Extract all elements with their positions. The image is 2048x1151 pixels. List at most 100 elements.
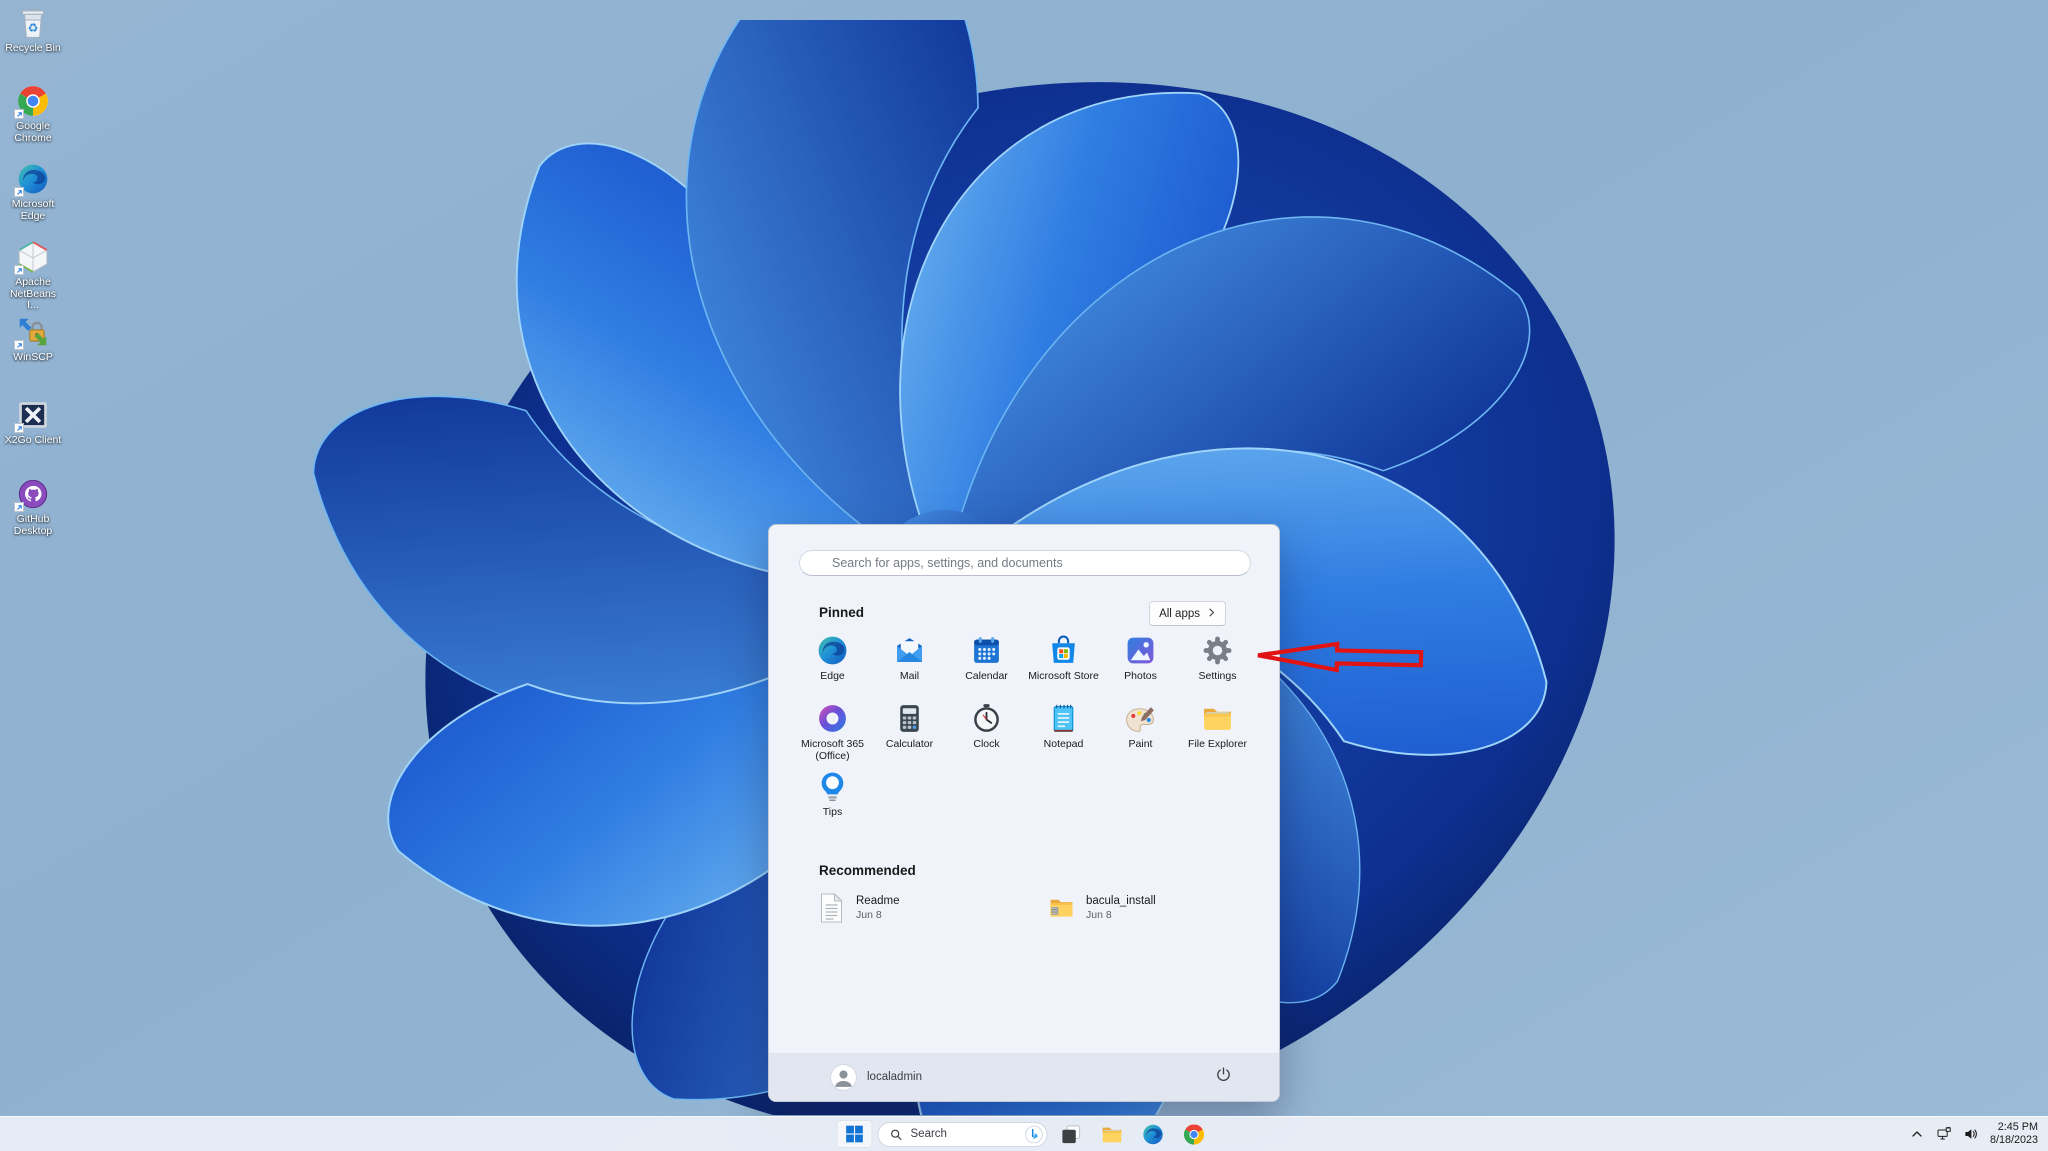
- winscp-icon: [14, 315, 50, 350]
- start-search-input[interactable]: [799, 550, 1251, 576]
- pinned-app-explorer[interactable]: File Explorer: [1179, 699, 1256, 767]
- shortcut-arrow-icon: [14, 187, 24, 197]
- pinned-app-edge[interactable]: Edge: [794, 631, 871, 699]
- pinned-app-settings[interactable]: Settings: [1179, 631, 1256, 699]
- pinned-app-label: File Explorer: [1188, 738, 1247, 750]
- pinned-app-label: Microsoft Store: [1028, 670, 1099, 682]
- document-icon: [819, 893, 844, 923]
- desktop-icon-label: Apache NetBeans I...: [9, 276, 57, 311]
- store-icon: [1047, 634, 1080, 667]
- desktop-icon-github[interactable]: GitHub Desktop: [4, 477, 62, 537]
- pinned-app-label: Photos: [1124, 670, 1157, 682]
- pinned-app-label: Clock: [973, 738, 1000, 750]
- desktop-icon-edge[interactable]: Microsoft Edge: [4, 162, 62, 222]
- desktop-icon-label: Recycle Bin: [5, 42, 61, 54]
- recommended-item-date: Jun 8: [1086, 909, 1112, 921]
- all-apps-button[interactable]: All apps: [1149, 601, 1226, 626]
- tips-icon: [816, 770, 849, 803]
- start-button[interactable]: [836, 1120, 873, 1148]
- pinned-app-tips[interactable]: Tips: [794, 767, 871, 835]
- task-view-icon: [1059, 1123, 1082, 1146]
- taskbar-center-group: Search: [836, 1117, 1212, 1151]
- user-name: localadmin: [867, 1071, 922, 1083]
- recycle-bin-icon: ♻: [16, 6, 50, 40]
- tray-button-volume[interactable]: [1958, 1120, 1985, 1148]
- edge-icon: [14, 162, 50, 197]
- shortcut-arrow-icon: [14, 109, 24, 119]
- settings-icon: [1201, 634, 1234, 667]
- chevron-right-icon: [1207, 608, 1216, 620]
- desktop-icon-label: Google Chrome: [14, 120, 52, 144]
- explorer-icon: [1201, 702, 1234, 735]
- recommended-item-text: Readme Jun 8: [856, 895, 899, 921]
- recommended-item-title: bacula_install: [1086, 895, 1156, 907]
- calendar-icon: [970, 634, 1003, 667]
- m365-icon: [816, 702, 849, 735]
- start-menu: Pinned All apps Edge Mail Calendar Microsof…: [768, 524, 1280, 1102]
- taskbar-button-explorer[interactable]: [1094, 1120, 1130, 1148]
- pinned-app-store[interactable]: Microsoft Store: [1025, 631, 1102, 699]
- shortcut-arrow-icon: [14, 502, 24, 512]
- zip-folder-icon: [1049, 893, 1074, 923]
- desktop-icon-chrome[interactable]: Google Chrome: [4, 84, 62, 144]
- pinned-app-paint[interactable]: Paint: [1102, 699, 1179, 767]
- pinned-app-calendar[interactable]: Calendar: [948, 631, 1025, 699]
- pinned-app-notepad[interactable]: Notepad: [1025, 699, 1102, 767]
- desktop-icon-list: ♻ Recycle Bin Google Chrome Microsoft Edge A…: [4, 2, 64, 562]
- recommended-item-date: Jun 8: [856, 909, 882, 921]
- taskbar-search-box[interactable]: Search: [877, 1121, 1048, 1147]
- recommended-list: Readme Jun 8 bacula_install Jun 8: [805, 885, 1265, 931]
- recommended-item-Readme[interactable]: Readme Jun 8: [805, 885, 1035, 931]
- pinned-app-photos[interactable]: Photos: [1102, 631, 1179, 699]
- power-button[interactable]: [1207, 1061, 1239, 1093]
- desktop-icon-x2go[interactable]: X2Go Client: [4, 398, 62, 447]
- x2go-icon: [14, 398, 50, 433]
- bing-icon: [1025, 1125, 1044, 1144]
- tray-clock[interactable]: 2:45 PM 8/18/2023: [1990, 1121, 2038, 1147]
- user-account-button[interactable]: localadmin: [823, 1061, 930, 1094]
- recommended-header: Recommended: [819, 863, 916, 878]
- taskbar-button-chrome[interactable]: [1176, 1120, 1212, 1148]
- volume-icon: [1963, 1126, 1979, 1142]
- desktop-icon-winscp[interactable]: WinSCP: [4, 315, 62, 364]
- svg-text:♻: ♻: [28, 21, 39, 35]
- desktop-icon-recycle-bin[interactable]: ♻ Recycle Bin: [4, 6, 62, 55]
- taskbar: Search 2:45 PM 8/18/2023: [0, 1116, 2048, 1151]
- pinned-app-clock[interactable]: Clock: [948, 699, 1025, 767]
- desktop-icon-label: GitHub Desktop: [13, 513, 53, 537]
- pinned-app-label: Tips: [822, 806, 843, 818]
- calculator-icon: [893, 702, 926, 735]
- tray-button-chevron-up[interactable]: [1904, 1120, 1931, 1148]
- pinned-app-label: Calculator: [885, 738, 934, 750]
- pinned-header: Pinned: [819, 605, 865, 620]
- edge-icon: [816, 634, 849, 667]
- chevron-up-icon: [1909, 1126, 1925, 1142]
- recommended-item-bacula_install[interactable]: bacula_install Jun 8: [1035, 885, 1265, 931]
- annotation-arrow: [1257, 641, 1424, 673]
- taskbar-button-task-view[interactable]: [1053, 1120, 1089, 1148]
- system-tray: 2:45 PM 8/18/2023: [1904, 1117, 2044, 1151]
- paint-icon: [1124, 702, 1157, 735]
- photos-icon: [1124, 634, 1157, 667]
- netbeans-icon: [14, 240, 50, 275]
- tray-button-network[interactable]: [1931, 1120, 1958, 1148]
- pinned-apps-grid: Edge Mail Calendar Microsoft Store Photos Set…: [794, 631, 1256, 835]
- pinned-app-mail[interactable]: Mail: [871, 631, 948, 699]
- pinned-app-label: Paint: [1128, 738, 1153, 750]
- taskbar-button-edge[interactable]: [1135, 1120, 1171, 1148]
- recommended-item-text: bacula_install Jun 8: [1086, 895, 1156, 921]
- pinned-app-label: Calendar: [965, 670, 1008, 682]
- start-menu-user-bar: localadmin: [769, 1053, 1279, 1101]
- windows-logo-icon: [845, 1124, 865, 1144]
- power-icon: [1215, 1066, 1232, 1088]
- github-icon: [14, 477, 50, 512]
- taskbar-app-buttons: [1053, 1120, 1212, 1148]
- desktop-icon-netbeans[interactable]: Apache NetBeans I...: [4, 240, 62, 312]
- mail-icon: [893, 634, 926, 667]
- desktop-icon-label: WinSCP: [13, 351, 53, 363]
- recommended-item-title: Readme: [856, 895, 900, 907]
- pinned-app-m365[interactable]: Microsoft 365 (Office): [794, 699, 871, 767]
- pinned-app-calculator[interactable]: Calculator: [871, 699, 948, 767]
- search-icon: [890, 1128, 903, 1141]
- pinned-app-label: Microsoft 365 (Office): [800, 738, 865, 762]
